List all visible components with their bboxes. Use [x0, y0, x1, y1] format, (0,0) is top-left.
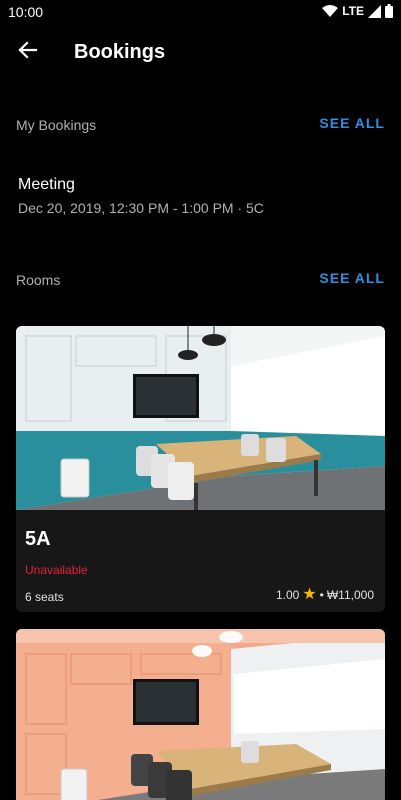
status-icons: LTE	[322, 4, 393, 18]
status-bar: 10:00 LTE	[0, 0, 401, 24]
page-title: Bookings	[74, 41, 166, 63]
wifi-icon	[322, 4, 339, 18]
rooms-header: Rooms SEE ALL	[0, 269, 401, 293]
rooms-see-all-button[interactable]: SEE ALL	[319, 270, 385, 286]
app-bar: Bookings	[0, 24, 401, 80]
room-meta: 1.00 ★ • ₩11,000	[275, 586, 374, 603]
back-button[interactable]	[14, 38, 42, 66]
meta-separator: •	[319, 588, 324, 602]
room-rating: 1.00	[275, 588, 300, 602]
my-bookings-header: My Bookings SEE ALL	[0, 114, 401, 138]
room-name: 5A	[25, 528, 51, 550]
rooms-title: Rooms	[16, 272, 61, 288]
status-time: 10:00	[8, 4, 44, 20]
booking-title: Meeting	[18, 176, 75, 193]
room-photo	[16, 629, 385, 800]
my-bookings-see-all-button[interactable]: SEE ALL	[319, 115, 385, 131]
room-seats: 6 seats	[25, 590, 64, 604]
booking-list-item[interactable]: Meeting Dec 20, 2019, 12:30 PM - 1:00 PM…	[0, 168, 401, 224]
signal-icon	[368, 4, 381, 18]
room-price: ₩11,000	[326, 588, 374, 602]
room-card[interactable]: 5A Unavailable 6 seats 1.00 ★ • ₩11,000	[16, 326, 385, 612]
network-type: LTE	[342, 4, 364, 18]
arrow-left-icon	[18, 40, 38, 64]
star-icon: ★	[302, 586, 317, 603]
battery-icon	[385, 4, 393, 18]
booking-subtitle: Dec 20, 2019, 12:30 PM - 1:00 PM · 5C	[18, 200, 264, 216]
room-photo	[16, 326, 385, 510]
room-status: Unavailable	[25, 563, 88, 577]
room-card[interactable]	[16, 629, 385, 800]
my-bookings-title: My Bookings	[16, 117, 97, 133]
